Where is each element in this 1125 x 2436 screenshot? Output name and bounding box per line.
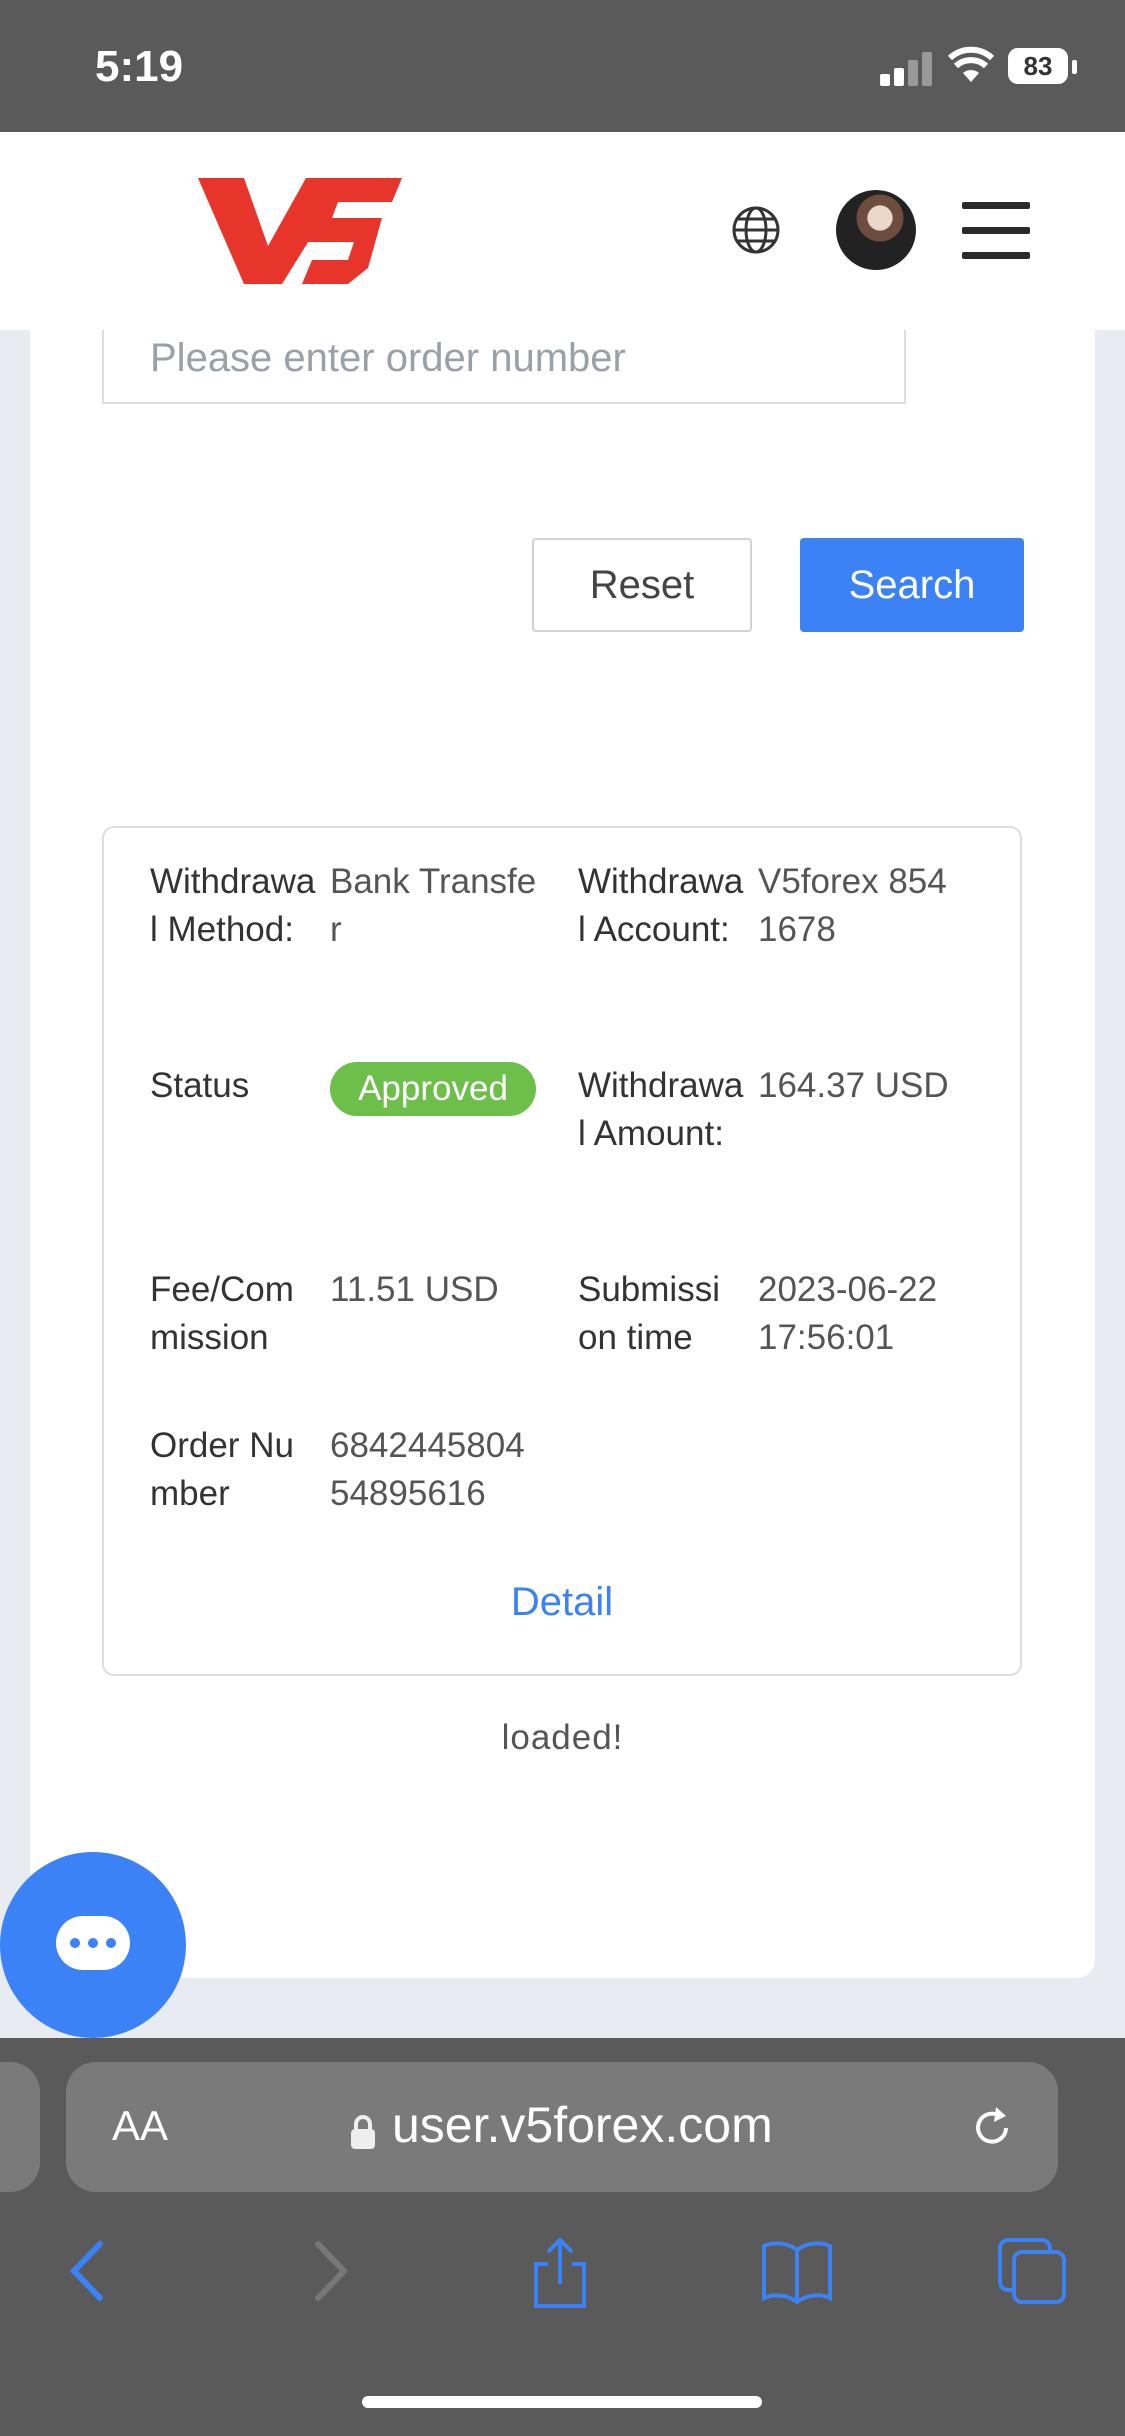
back-icon[interactable]: [62, 2236, 112, 2306]
bookmarks-icon[interactable]: [760, 2236, 834, 2306]
hamburger-menu-icon[interactable]: [962, 202, 1030, 260]
address-bar[interactable]: AA user.v5forex.com: [66, 2062, 1058, 2192]
loaded-status-text: loaded!: [501, 1718, 624, 1757]
order-number-label: Order Number: [150, 1426, 294, 1513]
withdrawal-amount-label: Withdrawal Amount:: [578, 1066, 744, 1153]
search-button[interactable]: Search: [800, 538, 1024, 632]
url-text: user.v5forex.com: [392, 2097, 773, 2153]
battery-tip: [1072, 60, 1077, 74]
submission-time-value: 2023-06-22 17:56:01: [758, 1270, 938, 1357]
v5-logo[interactable]: [198, 172, 402, 288]
browser-toolbar: AA user.v5forex.com: [0, 2038, 1125, 2436]
forward-icon[interactable]: [306, 2236, 356, 2306]
withdrawal-amount-value: 164.37 USD: [758, 1066, 949, 1105]
withdrawal-method-value: Bank Transfer: [330, 862, 537, 949]
order-number-value: 684244580454895616: [330, 1426, 525, 1513]
withdrawal-record-card: Withdrawal Method: Bank Transfer Withdra…: [102, 826, 1022, 1676]
status-badge: Approved: [330, 1062, 536, 1116]
battery-level: 83: [1023, 51, 1053, 81]
previous-tab-edge[interactable]: [0, 2062, 40, 2192]
fee-commission-label: Fee/Commission: [150, 1270, 294, 1357]
withdrawal-account-label: Withdrawal Account:: [578, 862, 744, 949]
site-header: [0, 132, 1125, 330]
withdrawal-account-value: V5forex 8541678: [758, 862, 947, 949]
wifi-icon: [948, 46, 994, 82]
home-indicator: [362, 2396, 762, 2408]
status-label: Status: [150, 1066, 250, 1105]
reload-icon[interactable]: [966, 2102, 1018, 2154]
status-bar: 5:19 83: [0, 0, 1125, 132]
order-number-input[interactable]: Please enter order number: [102, 330, 906, 404]
cellular-signal-icon: [880, 52, 936, 86]
avatar[interactable]: [836, 190, 916, 270]
reader-aa-button[interactable]: AA: [112, 2102, 168, 2150]
chat-button[interactable]: [0, 1852, 186, 2038]
submission-time-label: Submission time: [578, 1270, 720, 1357]
lock-icon: [351, 2115, 375, 2149]
share-icon[interactable]: [528, 2236, 592, 2310]
tabs-icon[interactable]: [996, 2236, 1070, 2306]
withdrawal-method-label: Withdrawal Method:: [150, 862, 316, 949]
fee-commission-value: 11.51 USD: [330, 1270, 499, 1309]
order-number-placeholder: Please enter order number: [150, 336, 626, 380]
status-time: 5:19: [95, 42, 184, 91]
chat-bubble-icon: [56, 1916, 130, 1970]
detail-link[interactable]: Detail: [104, 1580, 1020, 1625]
globe-icon[interactable]: [730, 204, 782, 256]
battery-icon: 83: [1008, 48, 1068, 84]
reset-button[interactable]: Reset: [532, 538, 752, 632]
